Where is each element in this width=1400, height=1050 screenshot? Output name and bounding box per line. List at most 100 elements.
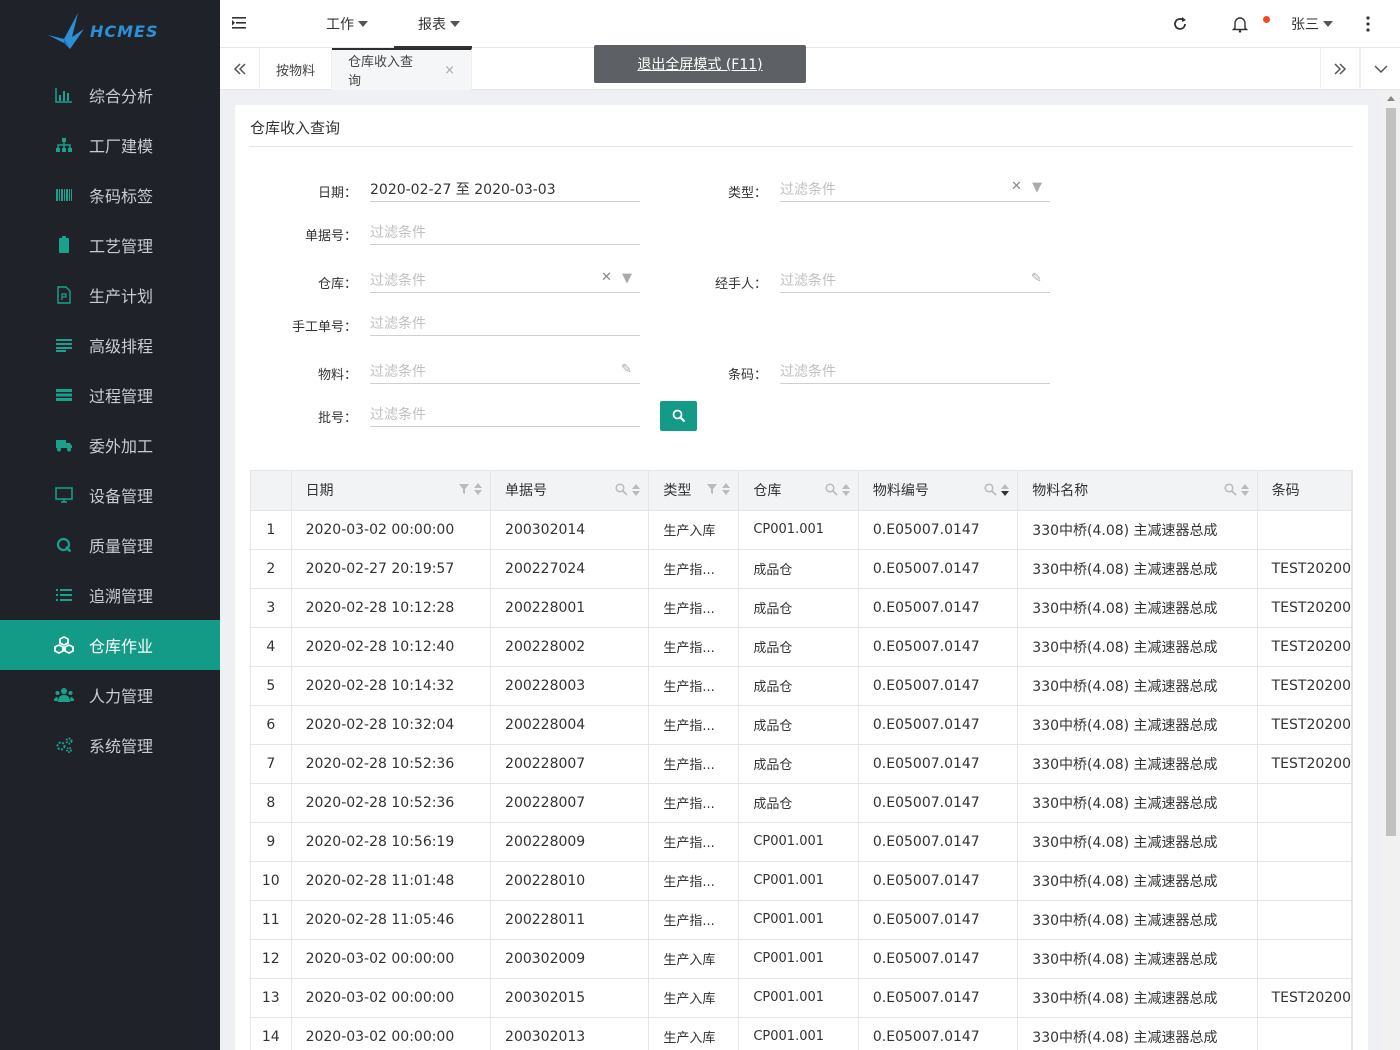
sort-icon[interactable] (722, 483, 731, 495)
search-icon[interactable] (615, 483, 628, 496)
sort-icon[interactable] (1001, 483, 1010, 496)
chevron-down-icon[interactable]: ▼ (1032, 180, 1042, 195)
file-plan-icon (54, 285, 74, 305)
sort-icon[interactable] (632, 483, 641, 496)
manual-no-input[interactable]: 过滤条件 (370, 310, 640, 336)
manual-no-label: 手工单号： (291, 320, 357, 335)
sidebar-item[interactable]: 生产计划 (0, 270, 220, 320)
col-header-warehouse[interactable]: 仓库 (738, 471, 859, 511)
date-range-field[interactable]: 2020-02-27 至 2020-03-03 (370, 176, 640, 202)
nav-work[interactable]: 工作 (326, 0, 368, 48)
cell-doc-no: 200228011 (490, 900, 650, 940)
cell-barcode: TEST20200 (1257, 744, 1352, 784)
tab-label: 按物料 (276, 63, 316, 79)
user-menu[interactable]: 张三 (1291, 0, 1333, 48)
cell-warehouse: CP001.001 (738, 1017, 859, 1050)
sort-icon[interactable] (1240, 483, 1249, 496)
search-icon[interactable] (984, 483, 997, 496)
sidebar-item[interactable]: 工厂建模 (0, 120, 220, 170)
tab-bar: 按物料 仓库收入查询 × (220, 48, 1400, 90)
menu-toggle-icon[interactable] (230, 14, 248, 32)
sort-icon[interactable] (474, 483, 483, 495)
table-row[interactable]: 9 2020-02-28 10:56:19 200228009 生产指... CP001… (251, 822, 1352, 862)
cell-doc-no: 200302015 (490, 978, 650, 1018)
table-row[interactable]: 2 2020-02-27 20:19:57 200227024 生产指... 成品仓 0.… (251, 549, 1352, 589)
sidebar-item[interactable]: 质量管理 (0, 520, 220, 570)
clear-icon[interactable]: ✕ (601, 270, 612, 285)
handler-input[interactable]: 过滤条件 (780, 267, 1050, 293)
sidebar-item[interactable]: 系统管理 (0, 720, 220, 770)
pick-icon[interactable]: ✎ (621, 362, 632, 377)
search-icon[interactable] (825, 483, 838, 496)
sidebar-item[interactable]: 工艺管理 (0, 220, 220, 270)
table-row[interactable]: 13 2020-03-02 00:00:00 200302015 生产入库 CP001.… (251, 978, 1352, 1018)
warehouse-select[interactable]: 过滤条件 (370, 267, 640, 293)
search-button[interactable] (660, 401, 697, 431)
table-row[interactable]: 8 2020-02-28 10:52:36 200228007 生产指... 成品仓 0.… (251, 783, 1352, 823)
table-row[interactable]: 7 2020-02-28 10:52:36 200228007 生产指... 成品仓 0.… (251, 744, 1352, 784)
tabs-scroll-left-icon[interactable] (220, 48, 260, 90)
cell-material-code: 0.E05007.0147 (858, 822, 1019, 862)
scrollbar-thumb[interactable] (1386, 108, 1396, 836)
col-header-material-code[interactable]: 物料编号 (858, 471, 1019, 511)
col-header-material-name[interactable]: 物料名称 (1017, 471, 1258, 511)
table-row[interactable]: 4 2020-02-28 10:12:40 200228002 生产指... 成品仓 0.… (251, 627, 1352, 667)
pick-icon[interactable]: ✎ (1031, 271, 1042, 286)
top-header: 工作 报表 张三 (220, 0, 1400, 48)
table-row[interactable]: 1 2020-03-02 00:00:00 200302014 生产入库 CP001.0… (251, 510, 1352, 550)
more-vertical-icon[interactable] (1358, 14, 1378, 34)
gears-icon (54, 735, 74, 755)
close-icon[interactable]: × (444, 63, 455, 78)
truck-icon (54, 435, 74, 455)
table-row[interactable]: 3 2020-02-28 10:12:28 200228001 生产指... 成品仓 0.… (251, 588, 1352, 628)
vertical-scrollbar[interactable] (1382, 90, 1400, 1050)
barcode-input[interactable]: 过滤条件 (780, 358, 1050, 384)
col-header-type[interactable]: 类型 (648, 471, 740, 511)
doc-no-input[interactable]: 过滤条件 (370, 219, 640, 245)
search-icon[interactable] (1224, 483, 1237, 496)
filter-icon[interactable] (458, 483, 470, 495)
sidebar-item[interactable]: 综合分析 (0, 70, 220, 120)
material-input[interactable]: 过滤条件 (370, 358, 640, 384)
col-header-barcode[interactable]: 条码 (1257, 471, 1352, 511)
tab-warehouse-income-query[interactable]: 仓库收入查询 × (332, 48, 472, 90)
col-header-doc-no[interactable]: 单据号 (490, 471, 650, 511)
cell-barcode: TEST20200 (1257, 666, 1352, 706)
cell-date: 2020-02-28 10:12:40 (291, 627, 492, 667)
sidebar-item[interactable]: 追溯管理 (0, 570, 220, 620)
table-row[interactable]: 5 2020-02-28 10:14:32 200228003 生产指... 成品仓 0.… (251, 666, 1352, 706)
cell-type: 生产入库 (648, 1017, 740, 1050)
quality-icon (54, 535, 74, 555)
sidebar-item[interactable]: 仓库作业 (0, 620, 220, 670)
tabs-scroll-right-icon[interactable] (1320, 48, 1360, 90)
sidebar-item[interactable]: 高级排程 (0, 320, 220, 370)
bell-icon[interactable] (1230, 14, 1250, 34)
filter-icon[interactable] (706, 483, 718, 495)
logo[interactable]: HCMES (0, 0, 220, 62)
sort-icon[interactable] (841, 483, 850, 496)
col-header-date[interactable]: 日期 (291, 471, 492, 511)
tab-by-material[interactable]: 按物料 (260, 48, 333, 90)
scroll-up-icon[interactable] (1387, 96, 1395, 101)
cell-barcode (1257, 939, 1352, 979)
tabs-dropdown-icon[interactable] (1360, 48, 1400, 90)
cell-warehouse: CP001.001 (738, 861, 859, 901)
refresh-icon[interactable] (1170, 14, 1190, 34)
table-row[interactable]: 12 2020-03-02 00:00:00 200302009 生产入库 CP001.… (251, 939, 1352, 979)
cell-row-index: 6 (251, 705, 292, 745)
nav-report[interactable]: 报表 (418, 0, 460, 48)
table-row[interactable]: 6 2020-02-28 10:32:04 200228004 生产指... 成品仓 0.… (251, 705, 1352, 745)
type-select[interactable]: 过滤条件 (780, 176, 1050, 202)
sidebar-item[interactable]: 设备管理 (0, 470, 220, 520)
table-row[interactable]: 14 2020-03-02 00:00:00 200302013 生产入库 CP001.… (251, 1017, 1352, 1050)
clear-icon[interactable]: ✕ (1011, 179, 1022, 194)
chevron-down-icon[interactable]: ▼ (622, 271, 632, 286)
table-row[interactable]: 10 2020-02-28 11:01:48 200228010 生产指... CP00… (251, 861, 1352, 901)
sidebar-item[interactable]: 过程管理 (0, 370, 220, 420)
sidebar-item[interactable]: 人力管理 (0, 670, 220, 720)
sidebar-item[interactable]: 条码标签 (0, 170, 220, 220)
table-row[interactable]: 11 2020-02-28 11:05:46 200228011 生产指... CP00… (251, 900, 1352, 940)
batch-input[interactable]: 过滤条件 (370, 401, 640, 427)
exit-fullscreen-button[interactable]: 退出全屏模式 (F11) (594, 45, 806, 83)
sidebar-item[interactable]: 委外加工 (0, 420, 220, 470)
